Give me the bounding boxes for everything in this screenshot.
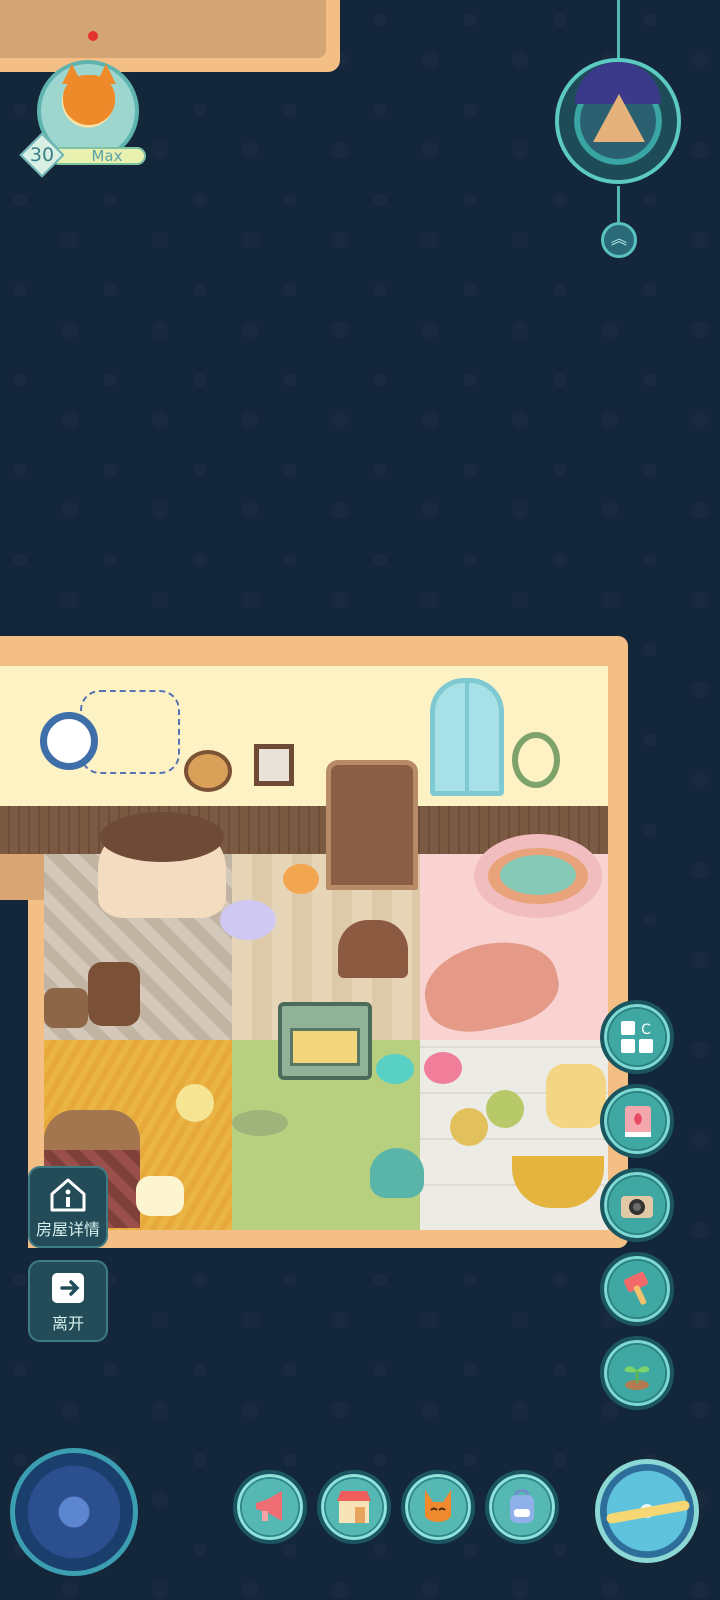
pink-stool[interactable] bbox=[424, 1052, 462, 1084]
megaphone-icon bbox=[237, 1474, 303, 1540]
donut-pool-water bbox=[500, 855, 576, 895]
handbook-button[interactable] bbox=[600, 1084, 674, 1158]
wooden-door[interactable] bbox=[326, 760, 418, 890]
shop-button[interactable] bbox=[317, 1470, 391, 1544]
cake-top bbox=[100, 812, 224, 862]
bun-stool[interactable] bbox=[283, 864, 319, 894]
exit-icon bbox=[48, 1270, 88, 1306]
house-details-label: 房屋详情 bbox=[35, 1220, 100, 1239]
mushroom-lamp[interactable] bbox=[370, 1148, 424, 1198]
top-panel bbox=[0, 0, 340, 72]
picture-frame[interactable] bbox=[254, 744, 294, 786]
barrel[interactable] bbox=[88, 962, 140, 1026]
house-info-icon bbox=[48, 1176, 88, 1212]
room-gap bbox=[0, 900, 28, 1248]
house-details-button[interactable]: 房屋详情 bbox=[28, 1166, 108, 1248]
layout-button[interactable]: C bbox=[600, 1000, 674, 1074]
announcement-button[interactable] bbox=[233, 1470, 307, 1544]
lollipop-decor[interactable] bbox=[450, 1108, 488, 1146]
backpack-button[interactable] bbox=[485, 1470, 559, 1544]
lollipop-decor[interactable] bbox=[486, 1090, 524, 1128]
player-name: Max bbox=[50, 147, 146, 165]
rocking-horse[interactable] bbox=[338, 920, 408, 978]
astrolabe-icon[interactable] bbox=[10, 1448, 138, 1576]
leave-button[interactable]: 离开 bbox=[28, 1260, 108, 1342]
shop-stall-icon bbox=[321, 1474, 387, 1540]
expand-button[interactable]: ︽ bbox=[601, 222, 637, 258]
camera-button[interactable] bbox=[600, 1168, 674, 1242]
tulip-book-icon bbox=[604, 1088, 670, 1154]
emblem-chain-lower bbox=[617, 186, 620, 222]
lifebuoy-clock-icon[interactable] bbox=[40, 712, 98, 770]
fox-avatar-icon bbox=[63, 75, 115, 125]
friends-button[interactable] bbox=[401, 1470, 475, 1544]
emblem-chain bbox=[617, 0, 620, 62]
garden-button[interactable] bbox=[600, 1336, 674, 1410]
fox-friend-icon bbox=[405, 1474, 471, 1540]
leave-label: 离开 bbox=[51, 1314, 84, 1333]
hammer-icon bbox=[604, 1256, 670, 1322]
tent-icon bbox=[593, 94, 645, 142]
window[interactable] bbox=[430, 678, 504, 796]
round-table[interactable] bbox=[232, 1110, 288, 1136]
oven-window bbox=[290, 1028, 360, 1066]
layout-grid-icon: C bbox=[604, 1004, 670, 1070]
notification-dot bbox=[88, 31, 98, 41]
room-wing-floor bbox=[0, 854, 46, 900]
flower-wreath[interactable] bbox=[512, 732, 560, 788]
camera-icon bbox=[604, 1172, 670, 1238]
build-button[interactable] bbox=[600, 1252, 674, 1326]
planet-lamp[interactable] bbox=[220, 900, 276, 940]
cat-plush[interactable] bbox=[546, 1064, 606, 1128]
double-chevron-up-icon: ︽ bbox=[610, 229, 627, 248]
backpack-icon bbox=[489, 1474, 555, 1540]
sprout-icon bbox=[604, 1340, 670, 1406]
pillow-plush[interactable] bbox=[136, 1176, 184, 1216]
floor-lamp[interactable] bbox=[176, 1084, 214, 1122]
basket[interactable] bbox=[44, 988, 88, 1028]
wall-clock[interactable] bbox=[184, 750, 232, 792]
svg-text:C: C bbox=[641, 1022, 651, 1038]
player-level: 30 bbox=[29, 144, 55, 166]
blue-stool[interactable] bbox=[376, 1054, 414, 1084]
